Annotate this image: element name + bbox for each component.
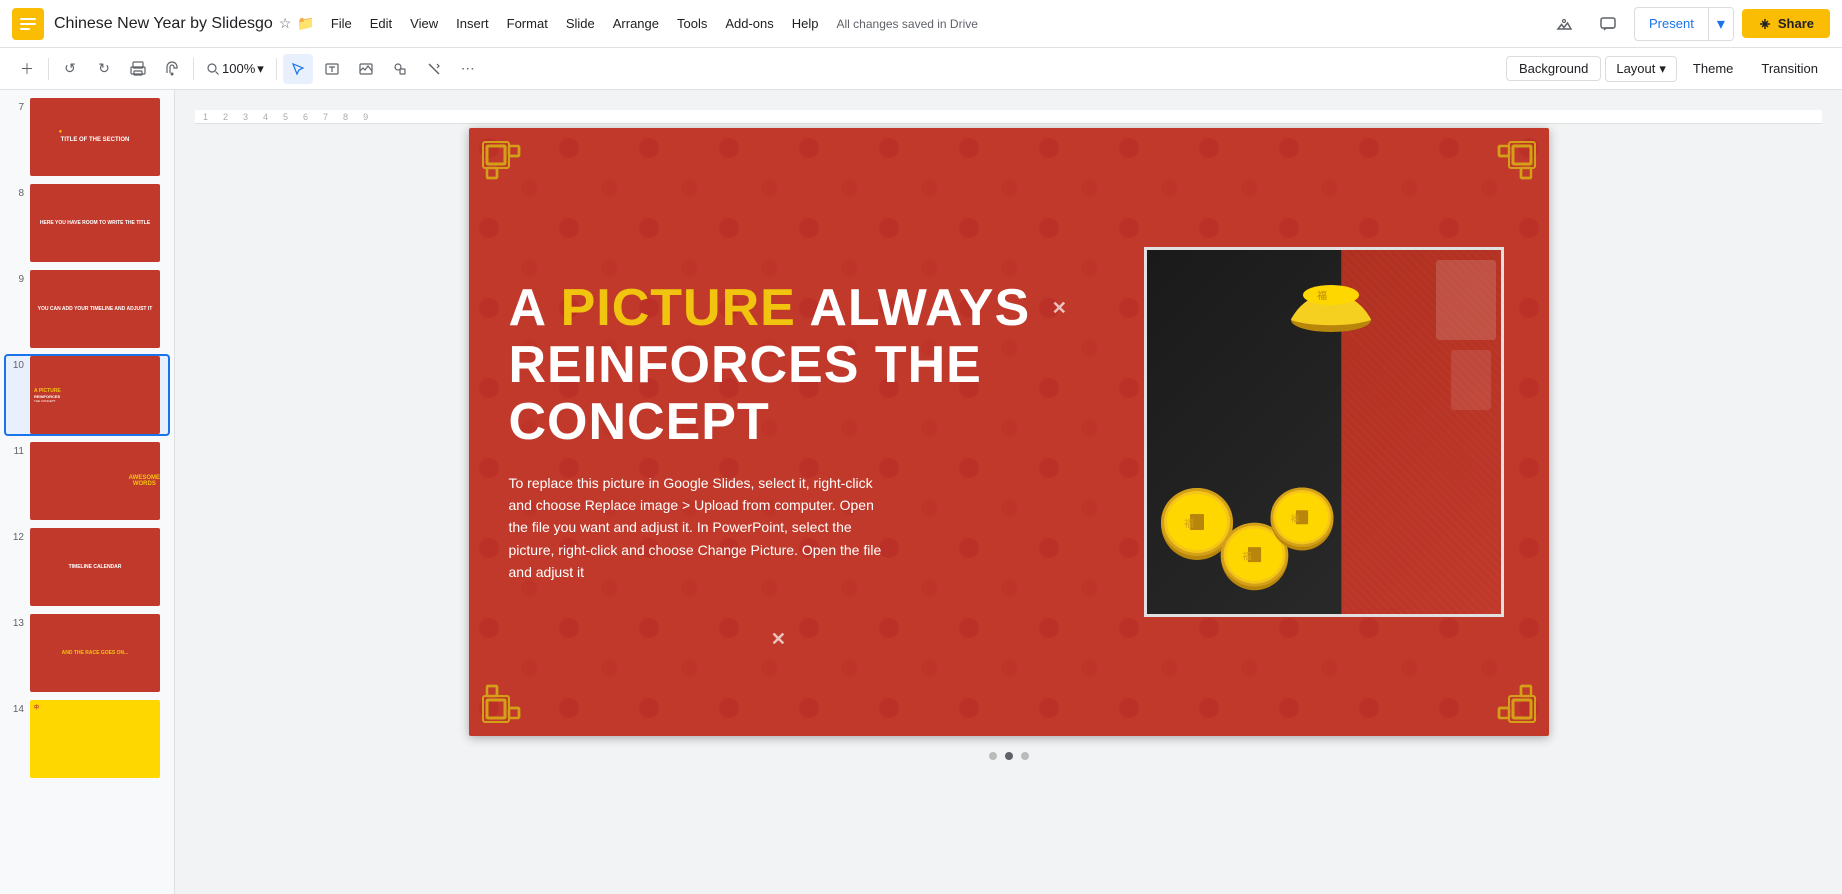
app-logo xyxy=(12,8,44,40)
coin-visual: 福 福 xyxy=(1147,250,1501,614)
editor-area[interactable]: 1 2 3 4 5 6 7 8 9 xyxy=(175,90,1842,894)
text-box-btn[interactable] xyxy=(317,54,347,84)
print-btn[interactable] xyxy=(123,54,153,84)
top-right: Present ▾ Share xyxy=(1546,6,1830,42)
title-part1: A xyxy=(509,279,561,337)
slide-panel: 7 ● TITLE OF THE SECTION 8 HERE YOU HAVE… xyxy=(0,90,175,894)
slide-thumbnail-10[interactable]: 10 A PICTURE REINFORCES THE CONCEPT xyxy=(4,354,170,436)
top-bar: Chinese New Year by Slidesgo ☆ 📁 File Ed… xyxy=(0,0,1842,48)
theme-btn[interactable]: Theme xyxy=(1681,57,1745,80)
divider3 xyxy=(276,58,277,80)
ruler: 1 2 3 4 5 6 7 8 9 xyxy=(195,110,1822,124)
comments-btn[interactable] xyxy=(1590,6,1626,42)
dot-2 xyxy=(1005,752,1013,760)
slide-left-content: A PICTURE ALWAYS REINFORCES THE CONCEPT … xyxy=(509,158,1139,706)
share-button[interactable]: Share xyxy=(1742,9,1830,38)
menu-insert[interactable]: Insert xyxy=(448,12,497,35)
zoom-chevron: ▾ xyxy=(257,61,264,77)
menu-slide[interactable]: Slide xyxy=(558,12,603,35)
menu-edit[interactable]: Edit xyxy=(362,12,400,35)
slide-right-content[interactable]: 福 福 xyxy=(1139,158,1509,706)
slide-number-7: 7 xyxy=(8,98,24,113)
present-button[interactable]: Present ▾ xyxy=(1634,7,1734,41)
toolbar-right: Background Layout ▾ Theme Transition xyxy=(1506,56,1830,82)
slide-number-11: 11 xyxy=(8,442,24,457)
thumb-img-12: TIMELINE CALENDAR xyxy=(30,528,160,606)
slide-thumbnail-8[interactable]: 8 HERE YOU HAVE ROOM TO WRITE THE TITLE xyxy=(4,182,170,264)
menu-tools[interactable]: Tools xyxy=(669,12,715,35)
menu-view[interactable]: View xyxy=(402,12,446,35)
dot-3 xyxy=(1021,752,1029,760)
add-slide-btn[interactable]: ＋ xyxy=(12,54,42,84)
thumb-img-9: YOU CAN ADD YOUR TIMELINE AND ADJUST IT xyxy=(30,270,160,348)
select-tool-btn[interactable] xyxy=(283,54,313,84)
menu-arrange[interactable]: Arrange xyxy=(605,12,667,35)
svg-text:福: 福 xyxy=(1317,289,1327,302)
slide-number-10: 10 xyxy=(8,356,24,371)
slide-thumbnail-13[interactable]: 13 AND THE RACE GOES ON... xyxy=(4,612,170,694)
line-btn[interactable] xyxy=(419,54,449,84)
coin-3-svg: 福 xyxy=(1267,484,1337,554)
divider xyxy=(48,58,49,80)
slide-number-9: 9 xyxy=(8,270,24,285)
menu-help[interactable]: Help xyxy=(784,12,827,35)
slide-canvas[interactable]: ✕ ✕ A PICTURE ALWAYS REINFORCES THE CONC… xyxy=(469,128,1549,736)
transition-btn[interactable]: Transition xyxy=(1749,57,1830,80)
divider2 xyxy=(193,58,194,80)
zoom-control[interactable]: 100% ▾ xyxy=(200,58,270,80)
slide-thumbnail-12[interactable]: 12 TIMELINE CALENDAR xyxy=(4,526,170,608)
top-menu: File Edit View Insert Format Slide Arran… xyxy=(323,12,978,35)
slide-image[interactable]: 福 福 xyxy=(1144,247,1504,617)
image-btn[interactable] xyxy=(351,54,381,84)
slide-thumbnail-7[interactable]: 7 ● TITLE OF THE SECTION xyxy=(4,96,170,178)
paint-format-btn[interactable] xyxy=(157,54,187,84)
menu-file[interactable]: File xyxy=(323,12,360,35)
redo-btn[interactable]: ↻ xyxy=(89,54,119,84)
gold-ingot-svg: 福 xyxy=(1281,265,1381,335)
slide-content: A PICTURE ALWAYS REINFORCES THE CONCEPT … xyxy=(469,128,1549,736)
title-area: Chinese New Year by Slidesgo ☆ 📁 xyxy=(54,15,315,33)
pagination-dots xyxy=(989,752,1029,760)
layout-btn[interactable]: Layout ▾ xyxy=(1605,56,1677,82)
svg-text:福: 福 xyxy=(1242,550,1251,562)
undo-btn[interactable]: ↺ xyxy=(55,54,85,84)
slide-body-text[interactable]: To replace this picture in Google Slides… xyxy=(509,472,889,584)
title-highlight: PICTURE xyxy=(561,279,796,337)
more-tools-btn[interactable]: ⋯ xyxy=(453,54,483,84)
slide-number-8: 8 xyxy=(8,184,24,199)
slide-thumbnail-11[interactable]: 11 AWESOME WORDS xyxy=(4,440,170,522)
main-area: 7 ● TITLE OF THE SECTION 8 HERE YOU HAVE… xyxy=(0,90,1842,894)
slide-thumbnail-14[interactable]: 14 中 xyxy=(4,698,170,780)
background-btn[interactable]: Background xyxy=(1506,56,1601,81)
document-title[interactable]: Chinese New Year by Slidesgo xyxy=(54,15,273,33)
dot-1 xyxy=(989,752,997,760)
title-line2: REINFORCES THE CONCEPT xyxy=(509,336,982,451)
slide-title[interactable]: A PICTURE ALWAYS REINFORCES THE CONCEPT xyxy=(509,280,1119,452)
folder-icon[interactable]: 📁 xyxy=(297,15,314,32)
title-part2: ALWAYS xyxy=(796,279,1030,337)
zoom-value: 100% xyxy=(222,61,255,76)
save-status: All changes saved in Drive xyxy=(837,17,978,31)
svg-text:福: 福 xyxy=(1184,517,1194,530)
thumb-img-13: AND THE RACE GOES ON... xyxy=(30,614,160,692)
thumb-img-11: AWESOME WORDS xyxy=(30,442,160,520)
thumb-img-8: HERE YOU HAVE ROOM TO WRITE THE TITLE xyxy=(30,184,160,262)
slide-number-13: 13 xyxy=(8,614,24,629)
layout-chevron: ▾ xyxy=(1659,61,1666,77)
svg-text:福: 福 xyxy=(1290,512,1299,523)
toolbar: ＋ ↺ ↻ 100% ▾ ⋯ Background Layout ▾ Theme… xyxy=(0,48,1842,90)
slide-number-12: 12 xyxy=(8,528,24,543)
slide-thumbnail-9[interactable]: 9 YOU CAN ADD YOUR TIMELINE AND ADJUST I… xyxy=(4,268,170,350)
slide-number-14: 14 xyxy=(8,700,24,715)
thumb-img-7: ● TITLE OF THE SECTION xyxy=(30,98,160,176)
explore-btn[interactable] xyxy=(1546,6,1582,42)
star-icon[interactable]: ☆ xyxy=(279,15,292,32)
menu-addons[interactable]: Add-ons xyxy=(717,12,781,35)
thumb-img-10: A PICTURE REINFORCES THE CONCEPT xyxy=(30,356,160,434)
thumb-img-14: 中 xyxy=(30,700,160,778)
menu-format[interactable]: Format xyxy=(499,12,556,35)
shapes-btn[interactable] xyxy=(385,54,415,84)
